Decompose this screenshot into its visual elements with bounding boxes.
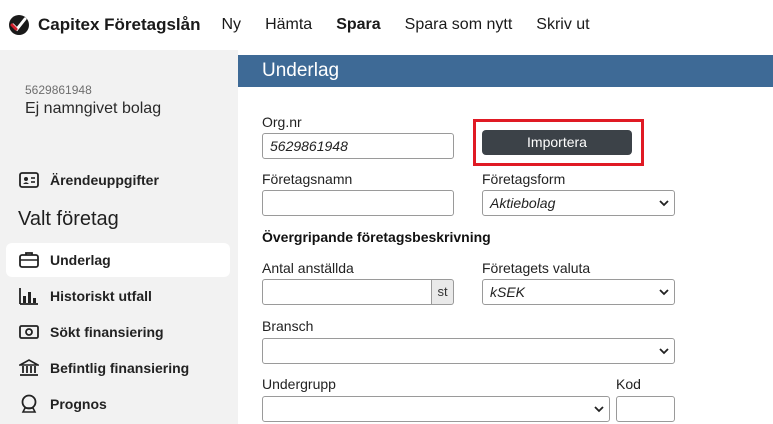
id-card-icon [19,170,39,190]
money-icon [19,322,39,342]
menu-item-skriv-ut[interactable]: Skriv ut [536,16,589,34]
chevron-down-icon [659,289,669,296]
menu-item-spara[interactable]: Spara [336,16,380,34]
import-button[interactable]: Importera [482,130,632,155]
menu-item-spara-som-nytt[interactable]: Spara som nytt [405,16,513,34]
orgnr-label: Org.nr [262,114,302,130]
kod-input[interactable] [616,396,675,422]
chevron-down-icon [659,348,669,355]
sidebar-item-label: Prognos [50,396,107,412]
sidebar-item-befintlig-finansiering[interactable]: Befintlig finansiering [6,351,230,385]
bank-icon [19,358,39,378]
sidebar-item-prognos[interactable]: Prognos [6,387,230,421]
bransch-label: Bransch [262,318,314,334]
sidebar-item-arendeuppgifter[interactable]: Ärendeuppgifter [6,163,230,197]
chevron-down-icon [594,406,604,413]
foretagsform-value: Aktiebolag [490,195,556,211]
company-name: Ej namngivet bolag [25,100,162,117]
menu-item-hamta[interactable]: Hämta [265,16,312,34]
crystal-ball-icon [19,394,39,414]
antal-anstallda-suffix: st [432,279,454,305]
brand-name: Capitex Företagslån [38,15,201,34]
top-bar: Capitex Företagslån Ny Hämta Spara Spara… [0,0,773,50]
briefcase-icon [19,250,39,270]
brand[interactable]: Capitex Företagslån [8,14,201,36]
antal-anstallda-label: Antal anställda [262,260,354,276]
sidebar-item-label: Sökt finansiering [50,324,164,340]
sidebar: 5629861948 Ej namngivet bolag Ärendeuppg… [0,50,238,424]
orgnr-input[interactable]: 5629861948 [262,133,454,159]
sidebar-item-label: Befintlig finansiering [50,360,190,376]
sidebar-item-label: Ärendeuppgifter [50,172,159,188]
capitex-logo-icon [9,15,29,35]
undergrupp-label: Undergrupp [262,376,336,392]
sidebar-item-label: Underlag [50,252,111,268]
undergrupp-select[interactable] [262,396,610,422]
chevron-down-icon [659,200,669,207]
main-menu: Ny Hämta Spara Spara som nytt Skriv ut [222,16,614,34]
foretagsform-select[interactable]: Aktiebolag [482,190,675,216]
section-heading-valt-foretag: Valt företag [18,208,119,230]
section-title: Övergripande företagsbeskrivning [262,229,491,245]
valuta-select[interactable]: kSEK [482,279,675,305]
foretagsnamn-label: Företagsnamn [262,171,353,187]
main-content: Underlag Org.nr 5629861948 Importera För… [238,50,773,424]
valuta-label: Företagets valuta [482,260,591,276]
foretagsform-label: Företagsform [482,171,566,187]
foretagsnamn-input[interactable] [262,190,454,216]
bar-chart-icon [19,286,39,306]
sidebar-item-label: Historiskt utfall [50,288,152,304]
antal-anstallda-input[interactable] [262,279,432,305]
bransch-select[interactable] [262,338,675,364]
menu-item-ny[interactable]: Ny [222,16,242,34]
sidebar-item-sokt-finansiering[interactable]: Sökt finansiering [6,315,230,349]
sidebar-item-historiskt-utfall[interactable]: Historiskt utfall [6,279,230,313]
sidebar-item-underlag[interactable]: Underlag [6,243,230,277]
company-id: 5629861948 [25,83,92,97]
valuta-value: kSEK [490,284,526,300]
kod-label: Kod [616,376,641,392]
page-title: Underlag [238,55,773,87]
